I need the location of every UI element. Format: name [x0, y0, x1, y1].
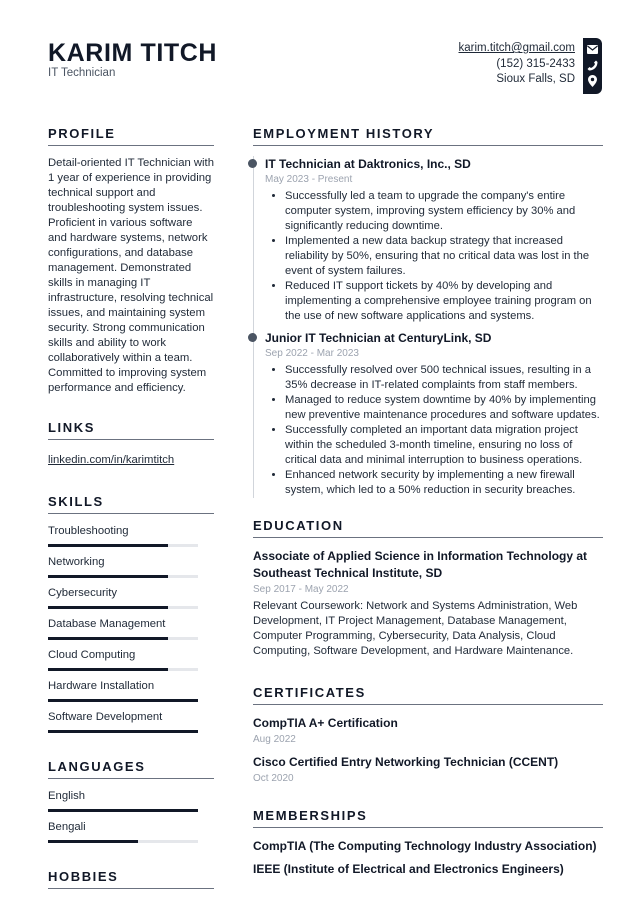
membership-item: CompTIA (The Computing Technology Indust… — [253, 839, 597, 853]
achievement-item: Successfully completed an important data… — [285, 423, 603, 468]
certificate-date: Aug 2022 — [253, 734, 296, 745]
employment-section: EMPLOYMENT HISTORY IT Technician at Dakt… — [248, 126, 603, 498]
skill-name: Software Development — [48, 711, 163, 723]
job-dates: Sep 2022 - Mar 2023 — [265, 348, 359, 359]
level-bar-fill — [48, 544, 168, 547]
certificate-name: CompTIA A+ Certification — [253, 716, 398, 730]
section-title-memberships: MEMBERSHIPS — [253, 808, 603, 828]
skill-item: Software Development — [48, 710, 214, 733]
timeline-dot-icon — [248, 159, 257, 168]
level-bar-track — [48, 668, 198, 671]
job-heading: IT Technician at Daktronics, Inc., SD — [265, 157, 471, 171]
level-bar-fill — [48, 840, 138, 843]
level-bar-fill — [48, 637, 168, 640]
job-achievements: Successfully resolved over 500 technical… — [265, 363, 603, 498]
level-bar-track — [48, 544, 198, 547]
level-bar-track — [48, 575, 198, 578]
level-bar-fill — [48, 575, 168, 578]
section-title-education: EDUCATION — [253, 518, 603, 538]
achievement-item: Successfully resolved over 500 technical… — [285, 363, 603, 393]
section-title-profile: PROFILE — [48, 126, 214, 146]
skill-item: Database Management — [48, 617, 214, 640]
level-bar-fill — [48, 730, 198, 733]
skill-item: Networking — [48, 555, 214, 578]
skill-name: Troubleshooting — [48, 525, 129, 537]
job-entry: IT Technician at Daktronics, Inc., SD May… — [248, 156, 603, 324]
section-title-employment: EMPLOYMENT HISTORY — [253, 126, 603, 146]
job-dates: May 2023 - Present — [265, 174, 353, 185]
education-entry: Associate of Applied Science in Informat… — [253, 548, 603, 659]
left-column: PROFILE Detail-oriented IT Technician wi… — [48, 126, 214, 899]
profile-section: PROFILE Detail-oriented IT Technician wi… — [48, 126, 214, 396]
job-entry: Junior IT Technician at CenturyLink, SD S… — [248, 330, 603, 498]
section-title-links: LINKS — [48, 420, 214, 440]
map-pin-icon — [586, 73, 600, 89]
certificate-name: Cisco Certified Entry Networking Technic… — [253, 755, 559, 769]
job-achievements: Successfully led a team to upgrade the c… — [265, 189, 603, 324]
certificate-date: Oct 2020 — [253, 773, 294, 784]
language-item: English — [48, 789, 214, 812]
skill-item: Hardware Installation — [48, 679, 214, 702]
certificate-item: Cisco Certified Entry Networking Technic… — [253, 754, 603, 786]
right-column: EMPLOYMENT HISTORY IT Technician at Dakt… — [248, 126, 603, 884]
section-title-languages: LANGUAGES — [48, 759, 214, 779]
achievement-item: Reduced IT support tickets by 40% by dev… — [285, 279, 603, 324]
envelope-icon — [586, 41, 600, 57]
level-bar-track — [48, 730, 198, 733]
candidate-name: KARIM TITCH — [48, 39, 218, 67]
timeline-dot-icon — [248, 333, 257, 342]
skill-name: Networking — [48, 556, 105, 568]
skill-item: Cybersecurity — [48, 586, 214, 609]
language-item: Bengali — [48, 820, 214, 843]
education-dates: Sep 2017 - May 2022 — [253, 584, 349, 595]
skill-name: Cloud Computing — [48, 649, 136, 661]
level-bar-track — [48, 809, 198, 812]
level-bar-track — [48, 606, 198, 609]
skills-section: SKILLS Troubleshooting Networking Cybersec… — [48, 494, 214, 733]
skill-name: Cybersecurity — [48, 587, 118, 599]
level-bar-fill — [48, 668, 168, 671]
language-name: English — [48, 790, 86, 802]
level-bar-fill — [48, 699, 198, 702]
profile-summary: Detail-oriented IT Technician with 1 yea… — [48, 157, 214, 394]
certificates-section: CERTIFICATES CompTIA A+ Certification Au… — [253, 685, 603, 786]
level-bar-fill — [48, 809, 198, 812]
education-description: Relevant Coursework: Network and Systems… — [253, 600, 578, 657]
skill-item: Cloud Computing — [48, 648, 214, 671]
linkedin-link[interactable]: linkedin.com/in/karimtitch — [48, 454, 174, 466]
employment-timeline: IT Technician at Daktronics, Inc., SD May… — [248, 156, 603, 498]
achievement-item: Implemented a new data backup strategy t… — [285, 234, 603, 279]
phone-icon — [586, 57, 600, 73]
level-bar-fill — [48, 606, 168, 609]
section-title-certificates: CERTIFICATES — [253, 685, 603, 705]
achievement-item: Successfully led a team to upgrade the c… — [285, 189, 603, 234]
skill-item: Troubleshooting — [48, 524, 214, 547]
phone-number: (152) 315-2433 — [496, 57, 575, 70]
level-bar-track — [48, 637, 198, 640]
contact-icon-bar — [583, 38, 602, 94]
job-heading: Junior IT Technician at CenturyLink, SD — [265, 331, 492, 345]
languages-section: LANGUAGES English Bengali — [48, 759, 214, 843]
candidate-title: IT Technician — [48, 67, 116, 79]
links-section: LINKS linkedin.com/in/karimtitch — [48, 420, 214, 468]
skill-name: Hardware Installation — [48, 680, 155, 692]
skill-name: Database Management — [48, 618, 166, 630]
education-heading: Associate of Applied Science in Informat… — [253, 549, 588, 580]
membership-item: IEEE (Institute of Electrical and Electr… — [253, 862, 564, 876]
level-bar-track — [48, 840, 198, 843]
email-link[interactable]: karim.titch@gmail.com — [459, 42, 575, 54]
section-title-hobbies: HOBBIES — [48, 869, 214, 889]
section-title-skills: SKILLS — [48, 494, 214, 514]
achievement-item: Enhanced network security by implementin… — [285, 468, 603, 498]
certificate-item: CompTIA A+ Certification Aug 2022 — [253, 715, 603, 747]
memberships-section: MEMBERSHIPS CompTIA (The Computing Techn… — [253, 808, 603, 877]
hobbies-section: HOBBIES — [48, 869, 214, 889]
education-section: EDUCATION Associate of Applied Science i… — [253, 518, 603, 659]
contact-info: karim.titch@gmail.com (152) 315-2433 Sio… — [459, 41, 575, 88]
achievement-item: Managed to reduce system downtime by 40%… — [285, 393, 603, 423]
language-name: Bengali — [48, 821, 86, 833]
location: Sioux Falls, SD — [496, 73, 575, 85]
level-bar-track — [48, 699, 198, 702]
